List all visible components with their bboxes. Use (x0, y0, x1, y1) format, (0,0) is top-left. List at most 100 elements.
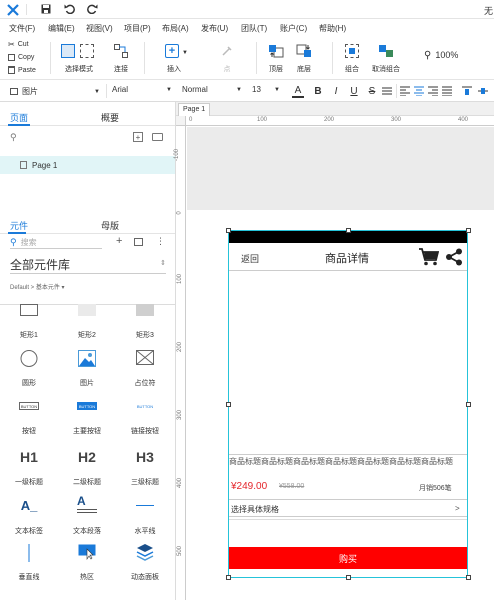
image-type-icon (10, 88, 18, 95)
widget-text-label[interactable]: A_ 文本标签 (4, 496, 54, 540)
widget-label: 垂直线 (18, 574, 40, 581)
font-color-icon[interactable]: A (292, 84, 304, 98)
send-to-back-button[interactable]: 底层 (290, 42, 318, 76)
add-library-icon[interactable]: + (116, 235, 122, 247)
menu-publish[interactable]: 发布(U) (201, 23, 228, 34)
widget-h1[interactable]: H1 一级标题 (4, 447, 54, 491)
list-icon[interactable] (382, 86, 392, 96)
align-left-icon[interactable] (400, 86, 410, 97)
align-justify-icon[interactable] (442, 86, 452, 97)
pages-search-icon[interactable]: ⚲ (10, 132, 17, 143)
add-page-icon[interactable]: + (133, 132, 143, 142)
widget-dynamic-panel[interactable]: 动态面板 (120, 542, 170, 586)
connect-button[interactable]: 连接 (106, 42, 136, 76)
buy-button[interactable]: 购买 (229, 547, 467, 569)
library-breadcrumb[interactable]: Default > 基本元件 ▾ (10, 282, 65, 291)
align-right-icon[interactable] (428, 86, 438, 97)
widget-h2[interactable]: H2 二级标题 (62, 447, 112, 491)
menu-file[interactable]: 文件(F) (9, 23, 35, 34)
widget-link-button[interactable]: BUTTON 链接按钮 (120, 396, 170, 440)
tab-pages-underline (8, 124, 30, 126)
widget-circle[interactable]: 圆形 (4, 348, 54, 392)
tab-pages[interactable]: 页面 (10, 111, 28, 124)
more-options-icon[interactable]: ⋮ (156, 236, 165, 247)
menu-team[interactable]: 团队(T) (241, 23, 267, 34)
widget-rect2[interactable]: 矩形2 (62, 300, 112, 344)
menu-project[interactable]: 项目(P) (124, 23, 151, 34)
copy-button[interactable]: Copy (8, 52, 34, 62)
tab-outline[interactable]: 概要 (101, 111, 119, 124)
menu-help[interactable]: 帮助(H) (319, 23, 346, 34)
ruler-h-100: 100 (257, 117, 268, 123)
page-list-item[interactable]: Page 1 (0, 156, 175, 174)
widget-paragraph[interactable]: A 文本段落 (62, 495, 112, 540)
bold-icon[interactable]: B (312, 84, 324, 98)
cut-label: Cut (17, 40, 29, 48)
menu-account[interactable]: 账户(C) (280, 23, 307, 34)
point-label: 点 (223, 66, 231, 73)
paste-button[interactable]: Paste (8, 65, 36, 75)
font-family-value: Arial (112, 85, 129, 94)
widget-hotspot[interactable]: 热区 (62, 542, 112, 586)
selection-handle[interactable] (466, 228, 471, 233)
cart-icon[interactable] (419, 248, 440, 266)
bring-to-front-button[interactable]: 顶层 (262, 42, 290, 76)
selection-handle[interactable] (346, 228, 351, 233)
widget-label: 圆形 (22, 380, 36, 387)
title-bar: 无 (0, 0, 494, 19)
widget-button[interactable]: BUTTON 按钮 (4, 396, 54, 440)
spec-row[interactable]: 选择具体规格 > (229, 499, 467, 517)
copy-library-icon[interactable] (134, 238, 143, 246)
share-icon[interactable] (445, 248, 463, 266)
undo-icon[interactable] (63, 3, 75, 15)
redo-icon[interactable] (86, 3, 98, 15)
widget-hline[interactable]: 水平线 (120, 496, 170, 540)
selection-handle[interactable] (226, 402, 231, 407)
underline-icon[interactable]: U (348, 84, 360, 98)
library-search[interactable]: ⚲ 搜索 (10, 236, 102, 249)
italic-icon[interactable]: I (330, 84, 342, 98)
h1-icon: H1 (20, 449, 38, 465)
menu-edit[interactable]: 编辑(E) (48, 23, 75, 34)
strikethrough-icon[interactable]: S (366, 84, 378, 98)
tab-masters[interactable]: 母版 (101, 219, 119, 232)
left-panel: 页面 概要 ⚲ + Page 1 元件 母版 ⚲ 搜索 + ⋮ 全部元件库 ⇕ … (0, 102, 176, 600)
zoom-control[interactable]: ⚲ 100% (424, 48, 458, 62)
widget-vline[interactable]: 垂直线 (4, 542, 54, 586)
widget-rect3[interactable]: 矩形3 (120, 300, 170, 344)
menu-view[interactable]: 视图(V) (86, 23, 113, 34)
valign-top-icon[interactable] (462, 86, 472, 96)
widget-image[interactable]: 图片 (62, 348, 112, 392)
widget-primary-button[interactable]: BUTTON 主要按钮 (62, 396, 112, 440)
selection-handle[interactable] (226, 575, 231, 580)
add-folder-icon[interactable] (152, 133, 163, 141)
insert-button[interactable]: + ▼ 插入 (160, 42, 190, 76)
tab-page1[interactable]: Page 1 (178, 103, 210, 116)
pages-header: 页面 概要 (0, 102, 175, 126)
button-icon: BUTTON (19, 402, 39, 410)
font-size-select[interactable]: 13 ▼ (252, 85, 282, 98)
selection-handle[interactable] (466, 402, 471, 407)
select-mode-button[interactable]: 选择模式 (56, 42, 102, 76)
cut-button[interactable]: ✂ Cut (8, 39, 29, 49)
menu-layout[interactable]: 布局(A) (162, 23, 189, 34)
tab-widgets[interactable]: 元件 (10, 219, 28, 232)
group-button[interactable]: 组合 (338, 42, 366, 76)
selection-handle[interactable] (226, 228, 231, 233)
font-style-select[interactable]: Normal ▼ (182, 85, 244, 98)
align-center-icon[interactable] (414, 86, 424, 97)
selection-handle[interactable] (346, 575, 351, 580)
element-type-select[interactable]: 图片 ▼ (10, 85, 102, 98)
point-button[interactable]: 点 (214, 42, 240, 76)
save-icon[interactable] (40, 3, 52, 15)
back-button[interactable]: 返回 (241, 252, 259, 265)
widget-h3[interactable]: H3 三级标题 (120, 447, 170, 491)
widget-placeholder[interactable]: 占位符 (120, 348, 170, 392)
ungroup-button[interactable]: 取消组合 (366, 42, 406, 76)
widget-rect1[interactable]: 矩形1 (4, 300, 54, 344)
valign-middle-icon[interactable] (478, 86, 488, 96)
mobile-mockup[interactable]: 返回 商品详情 商品标题商品标题商品标题商品标题商品标题商品标题商品标题 ¥24… (228, 230, 468, 578)
selection-handle[interactable] (466, 575, 471, 580)
font-family-select[interactable]: Arial ▼ (112, 85, 174, 98)
library-select[interactable]: 全部元件库 ⇕ (10, 256, 166, 274)
